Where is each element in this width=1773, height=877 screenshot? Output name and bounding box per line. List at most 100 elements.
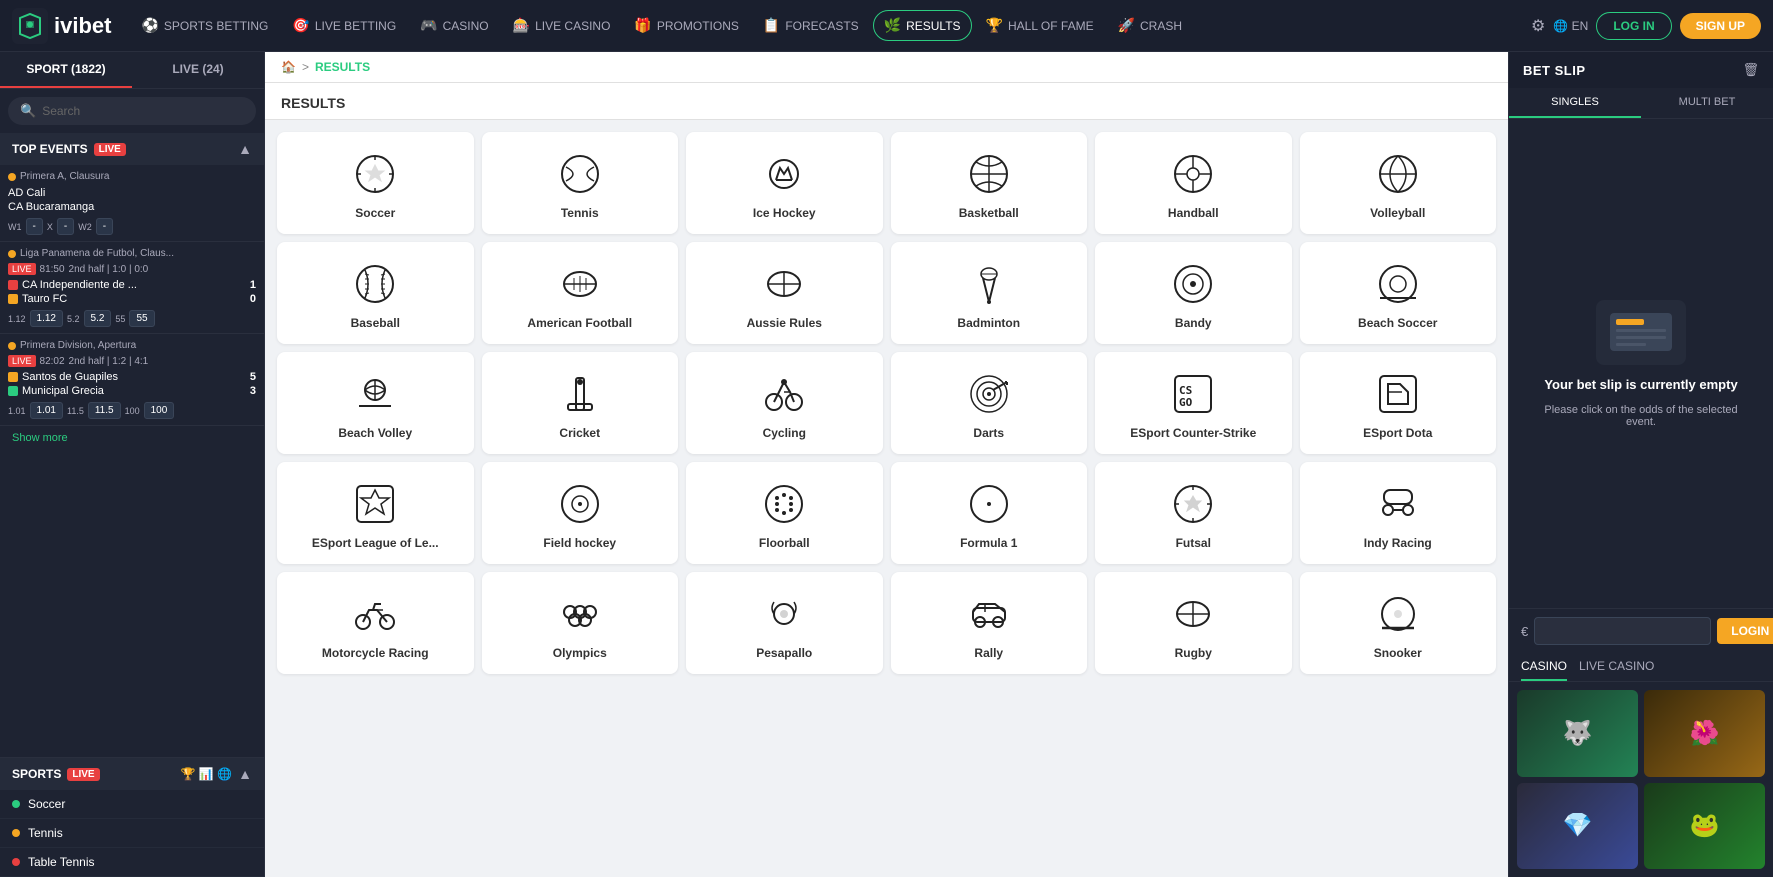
beach-volley-label: Beach Volley (338, 426, 412, 440)
search-input[interactable] (42, 104, 244, 118)
settings-button[interactable]: ⚙ (1531, 16, 1545, 36)
sport-card-rally[interactable]: Rally (891, 572, 1088, 674)
sport-card-esport-cs[interactable]: CS GO ESport Counter-Strike (1095, 352, 1292, 454)
odds-button[interactable]: 11.5 (88, 402, 121, 419)
sport-card-darts[interactable]: Darts (891, 352, 1088, 454)
sport-card-futsal[interactable]: Futsal (1095, 462, 1292, 564)
nav-promotions[interactable]: 🎁 PROMOTIONS (624, 11, 748, 40)
betslip-amount-input[interactable] (1534, 617, 1711, 645)
cycling-label: Cycling (763, 426, 806, 440)
casino-card-crystals-digger[interactable]: 💎 (1517, 783, 1638, 869)
odds-button[interactable]: - (26, 218, 43, 235)
casino-tab-casino[interactable]: CASINO (1521, 659, 1567, 681)
sport-card-rugby[interactable]: Rugby (1095, 572, 1292, 674)
nav-results[interactable]: 🌿 RESULTS (873, 10, 972, 41)
odds-button[interactable]: 100 (144, 402, 175, 419)
betslip-empty-sub: Please click on the odds of the selected… (1529, 404, 1753, 428)
tab-sport[interactable]: SPORT (1822) (0, 52, 132, 88)
sport-card-american-football[interactable]: American Football (482, 242, 679, 344)
odds-button[interactable]: - (96, 218, 113, 235)
sport-card-volleyball[interactable]: Volleyball (1300, 132, 1497, 234)
beach-soccer-label: Beach Soccer (1358, 316, 1437, 330)
nav-live-casino[interactable]: 🎰 LIVE CASINO (503, 11, 621, 40)
top-nav: ivibet ⚽ SPORTS BETTING 🎯 LIVE BETTING 🎮… (0, 0, 1773, 52)
futsal-label: Futsal (1176, 536, 1211, 550)
betslip-trash-icon[interactable]: 🗑 (1742, 62, 1759, 78)
sport-card-esport-dota[interactable]: ESport Dota (1300, 352, 1497, 454)
signup-button[interactable]: SIGN UP (1680, 13, 1761, 39)
sport-card-snooker[interactable]: Snooker (1300, 572, 1497, 674)
svg-text:GO: GO (1179, 396, 1193, 409)
betslip-login-button[interactable]: LOGIN (1717, 618, 1773, 644)
sport-card-basketball[interactable]: Basketball (891, 132, 1088, 234)
nav-hall-of-fame[interactable]: 🏆 HALL OF FAME (976, 11, 1104, 40)
sport-card-cycling[interactable]: Cycling (686, 352, 883, 454)
sports-list-item-tennis[interactable]: Tennis (0, 819, 264, 848)
sport-card-ice-hockey[interactable]: Ice Hockey (686, 132, 883, 234)
sport-card-cricket[interactable]: Cricket (482, 352, 679, 454)
badminton-icon (967, 262, 1011, 306)
sports-list: Soccer Tennis Table Tennis (0, 790, 264, 877)
nav-sports-betting[interactable]: ⚽ SPORTS BETTING (131, 11, 278, 40)
show-more-button[interactable]: Show more (0, 426, 264, 450)
promotions-icon: 🎁 (634, 17, 651, 34)
casino-card-wolf-gold[interactable]: 🐺 (1517, 690, 1638, 776)
currency-symbol: € (1521, 624, 1528, 639)
casino-tab-live[interactable]: LIVE CASINO (1579, 659, 1654, 681)
odds-button[interactable]: 5.2 (84, 310, 112, 327)
live-indicator: LIVE (8, 355, 36, 367)
casino-icon: 🎮 (420, 17, 437, 34)
sport-card-motorcycle[interactable]: Motorcycle Racing (277, 572, 474, 674)
nav-live-betting[interactable]: 🎯 LIVE BETTING (282, 11, 406, 40)
results-icon: 🌿 (884, 17, 901, 34)
american-football-label: American Football (527, 316, 632, 330)
betslip-tab-singles[interactable]: SINGLES (1509, 88, 1641, 118)
login-button[interactable]: LOG IN (1596, 12, 1671, 40)
formula1-icon (967, 482, 1011, 526)
betslip-tab-multi[interactable]: MULTI BET (1641, 88, 1773, 118)
casino-card-aztec-magic[interactable]: 🌺 (1644, 690, 1765, 776)
tab-live[interactable]: LIVE (24) (132, 52, 264, 88)
odds-button[interactable]: 1.12 (30, 310, 63, 327)
sport-card-indy-racing[interactable]: Indy Racing (1300, 462, 1497, 564)
motorcycle-icon (353, 592, 397, 636)
sports-icons: 🏆 📊 🌐 (181, 767, 233, 781)
event-league: Primera A, Clausura (8, 171, 256, 182)
sport-card-field-hockey[interactable]: Field hockey (482, 462, 679, 564)
sport-card-soccer[interactable]: Soccer (277, 132, 474, 234)
casino-card-elvis-frog[interactable]: 🐸 (1644, 783, 1765, 869)
sport-card-formula1[interactable]: Formula 1 (891, 462, 1088, 564)
odds-button[interactable]: 1.01 (30, 402, 63, 419)
sport-card-handball[interactable]: Handball (1095, 132, 1292, 234)
odds-row: W1 - X - W2 - (8, 218, 256, 235)
live-indicator: LIVE (8, 263, 36, 275)
sports-list-item-soccer[interactable]: Soccer (0, 790, 264, 819)
language-button[interactable]: 🌐 EN (1553, 19, 1588, 33)
nav-crash[interactable]: 🚀 CRASH (1108, 11, 1192, 40)
sport-card-floorball[interactable]: Floorball (686, 462, 883, 564)
sport-card-beach-soccer[interactable]: Beach Soccer (1300, 242, 1497, 344)
sport-card-olympics[interactable]: Olympics (482, 572, 679, 674)
soccer-dot (12, 800, 20, 808)
right-sidebar: BET SLIP 🗑 SINGLES MULTI BET Your bet sl… (1508, 52, 1773, 877)
home-icon[interactable]: 🏠 (281, 60, 296, 74)
nav-casino[interactable]: 🎮 CASINO (410, 11, 498, 40)
ice-hockey-icon (762, 152, 806, 196)
collapse-icon[interactable]: ▲ (238, 141, 252, 157)
nav-forecasts[interactable]: 📋 FORECASTS (753, 11, 869, 40)
sport-card-beach-volley[interactable]: Beach Volley (277, 352, 474, 454)
sport-card-tennis[interactable]: Tennis (482, 132, 679, 234)
sport-card-bandy[interactable]: Bandy (1095, 242, 1292, 344)
logo[interactable]: ivibet (12, 8, 111, 44)
odds-button[interactable]: - (57, 218, 74, 235)
sport-card-baseball[interactable]: Baseball (277, 242, 474, 344)
sport-card-badminton[interactable]: Badminton (891, 242, 1088, 344)
odds-button[interactable]: 55 (129, 310, 154, 327)
sports-collapse-icon[interactable]: ▲ (238, 766, 252, 782)
pesapallo-icon (762, 592, 806, 636)
sport-card-pesapallo[interactable]: Pesapallo (686, 572, 883, 674)
sport-card-esport-lol[interactable]: ESport League of Le... (277, 462, 474, 564)
sports-list-item-table-tennis[interactable]: Table Tennis (0, 848, 264, 877)
sport-card-aussie-rules[interactable]: Aussie Rules (686, 242, 883, 344)
top-events-list: Primera A, Clausura AD Cali CA Bucaraman… (0, 165, 264, 757)
